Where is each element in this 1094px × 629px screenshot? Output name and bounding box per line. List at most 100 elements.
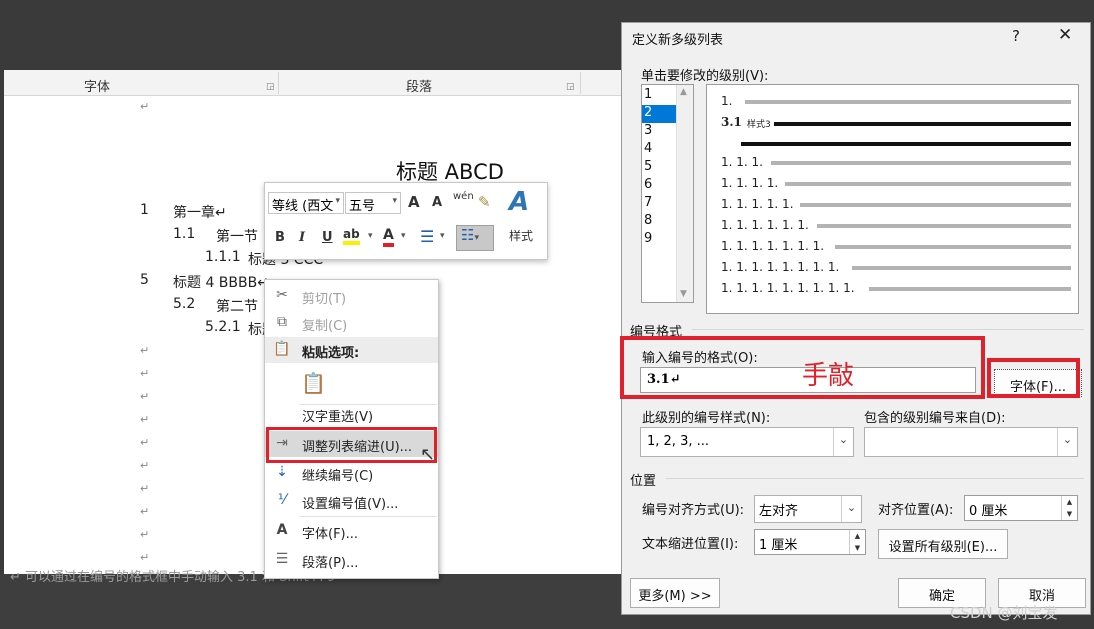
preview-line [785,182,1071,186]
ribbon-group-bar: 字体 ◲ 段落 ◲ [4,70,624,96]
preview-level-8: 1. 1. 1. 1. 1. 1. 1. 1. [721,260,840,274]
outline-heading[interactable]: 第一章↵ [173,202,227,222]
font-name-combo[interactable]: 等线 (西文 ▾ [268,192,344,214]
shrink-font-icon[interactable]: A [432,195,442,210]
menu-item-label: 汉字重选(V) [302,410,374,425]
outline-heading[interactable]: 第一节 [216,226,258,246]
outline-number: 5 [140,272,149,288]
dialog-title: 定义新多级列表 [632,33,724,48]
set-all-levels-button[interactable]: 设置所有级别(E)... [878,529,1008,559]
level-list-label: 单击要修改的级别(V): [641,69,769,84]
scroll-down-icon[interactable]: ▼ [680,289,687,299]
level-item[interactable]: 3 [642,123,676,141]
menu-item-label: 设置编号值(V)... [302,497,399,512]
level-list[interactable]: 1 2 3 4 5 6 7 8 9 ▲ ▼ [641,84,694,303]
group-divider [692,329,1084,330]
format-painter-icon[interactable]: ✎ [478,193,491,211]
align-at-value: 0 厘米 [969,504,1008,519]
level-item[interactable]: 7 [642,195,676,213]
define-multilevel-list-dialog: 定义新多级列表 ? ✕ 单击要修改的级别(V): 1 2 3 4 5 6 7 8… [621,22,1091,615]
align-at-spinner[interactable]: 0 厘米 ▲ ▼ [964,495,1078,521]
close-button[interactable]: ✕ [1058,25,1072,45]
italic-icon[interactable]: I [299,230,305,245]
level-item[interactable]: 5 [642,159,676,177]
number-style-value: 1, 2, 3, ... [647,434,710,449]
paragraph-mark: ↵ [140,367,150,380]
ribbon-divider [580,72,581,94]
scroll-up-icon[interactable]: ▲ [680,87,687,97]
bullets-icon[interactable]: ☰ [420,227,434,246]
outline-number: 1.1.1 [205,249,241,265]
more-button[interactable]: 更多(M) >> [630,578,720,608]
number-style-select[interactable]: 1, 2, 3, ... ⌄ [640,427,854,457]
chevron-down-icon[interactable]: ▾ [401,231,406,241]
include-level-select[interactable]: ⌄ [864,427,1078,457]
paragraph-dialog-launcher-icon[interactable]: ◲ [566,82,575,92]
preview-level-7: 1. 1. 1. 1. 1. 1. 1. [721,239,825,253]
outline-heading[interactable]: 第二节 [216,296,258,316]
highlight-color-icon[interactable]: ab [343,227,360,245]
numbering-icon[interactable]: ☷▾ [456,225,494,251]
preview-level-9: 1. 1. 1. 1. 1. 1. 1. 1. 1. [721,281,855,295]
chevron-down-icon: ▾ [392,196,397,206]
menu-item-continue-numbering[interactable]: ⇣ 继续编号(C) [265,460,438,486]
paste-keep-text-option[interactable]: 📋 [265,366,438,400]
menu-item-hanzi-reconvert[interactable]: 汉字重选(V) [265,401,438,427]
menu-item-cut[interactable]: ✂ 剪切(T) [265,283,438,309]
level-item[interactable]: 4 [642,141,676,159]
font-dialog-launcher-icon[interactable]: ◲ [266,82,275,92]
level-item[interactable]: 8 [642,213,676,231]
preview-level-6: 1. 1. 1. 1. 1. 1. [721,218,809,232]
paragraph-mark: ↵ [140,344,150,357]
help-button[interactable]: ? [1012,27,1020,45]
spinner-arrows-icon[interactable]: ▲ ▼ [849,530,865,554]
outline-heading[interactable]: 标题 4 BBBB↵ [173,272,269,292]
level-list-scrollbar[interactable]: ▲ ▼ [676,85,693,302]
phonetic-guide-icon[interactable]: wén [453,191,474,202]
menu-item-label: 段落(P)... [302,556,359,571]
include-level-label: 包含的级别编号来自(D): [864,411,1006,426]
level-item[interactable]: 6 [642,177,676,195]
outline-number: 5.2 [173,296,196,312]
preview-level-3: 1. 1. 1. [721,155,763,169]
alignment-label: 编号对齐方式(U): [642,503,745,518]
outline-number: 5.2.1 [205,319,241,335]
menu-item-copy[interactable]: ⧉ 复制(C) [265,310,438,336]
preview-line [852,266,1071,270]
menu-item-set-numbering-value[interactable]: ⅟ 设置编号值(V)... [265,488,438,514]
underline-icon[interactable]: U [322,230,333,245]
grow-font-icon[interactable]: A [408,193,420,211]
preview-line [869,287,1071,291]
menu-item-label: 继续编号(C) [302,469,374,484]
level-item[interactable]: 1 [642,87,676,105]
annotation-highlight-box [266,427,437,463]
font-size-combo[interactable]: 五号 ▾ [345,192,401,214]
menu-item-label: 复制(C) [302,319,348,334]
level-item-selected[interactable]: 2 [642,105,676,123]
spinner-arrows-icon[interactable]: ▲ ▼ [1061,496,1077,520]
menu-item-label: 粘贴选项: [302,346,360,361]
chevron-down-icon[interactable]: ▾ [440,231,445,241]
preview-line-selected [774,122,1071,126]
paragraph-icon: ☰ [275,551,289,567]
font-color-icon[interactable]: A [383,227,394,247]
preview-level-4: 1. 1. 1. 1. [721,176,779,190]
chevron-down-icon[interactable]: ▾ [368,231,373,241]
text-indent-spinner[interactable]: 1 厘米 ▲ ▼ [754,529,866,555]
alignment-value: 左对齐 [759,504,799,519]
font-name-value: 等线 (西文 [272,199,334,214]
preview-level-2-number: 3.1 [721,115,742,129]
list-preview: 1. 3.1 样式3 1. 1. 1. 1. 1. 1. 1. 1. 1. 1.… [706,84,1079,314]
font-group-label: 字体 [84,80,111,95]
level-item[interactable]: 9 [642,231,676,249]
menu-item-paragraph[interactable]: ☰ 段落(P)... [265,547,438,573]
paragraph-mark: ↵ [140,482,150,495]
outline-number: 1.1 [173,226,196,242]
styles-icon[interactable]: A [509,187,529,217]
menu-item-label: 字体(F)... [302,527,359,542]
position-group-label: 位置 [630,474,657,489]
alignment-select[interactable]: 左对齐 ⌄ [754,495,862,523]
menu-item-font[interactable]: A 字体(F)... [265,518,438,544]
bold-icon[interactable]: B [275,230,285,245]
outline-number: 1 [140,202,149,218]
